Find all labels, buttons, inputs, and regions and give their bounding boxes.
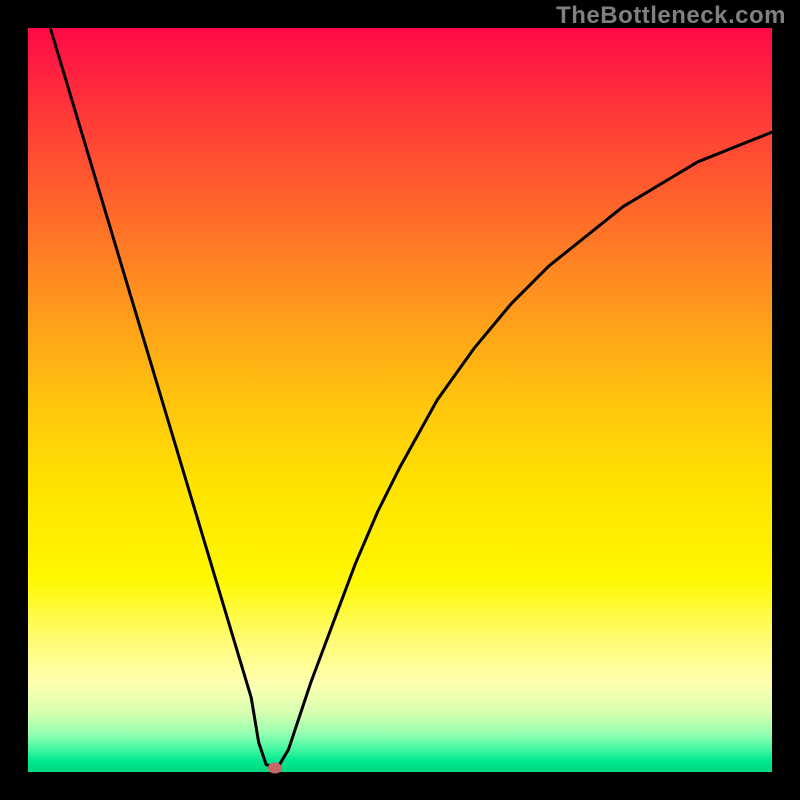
minimum-marker xyxy=(268,763,282,774)
chart-frame: TheBottleneck.com xyxy=(0,0,800,800)
watermark-text: TheBottleneck.com xyxy=(556,2,786,30)
curve-layer xyxy=(28,28,772,772)
plot-area xyxy=(28,28,772,772)
bottleneck-curve xyxy=(50,28,772,768)
